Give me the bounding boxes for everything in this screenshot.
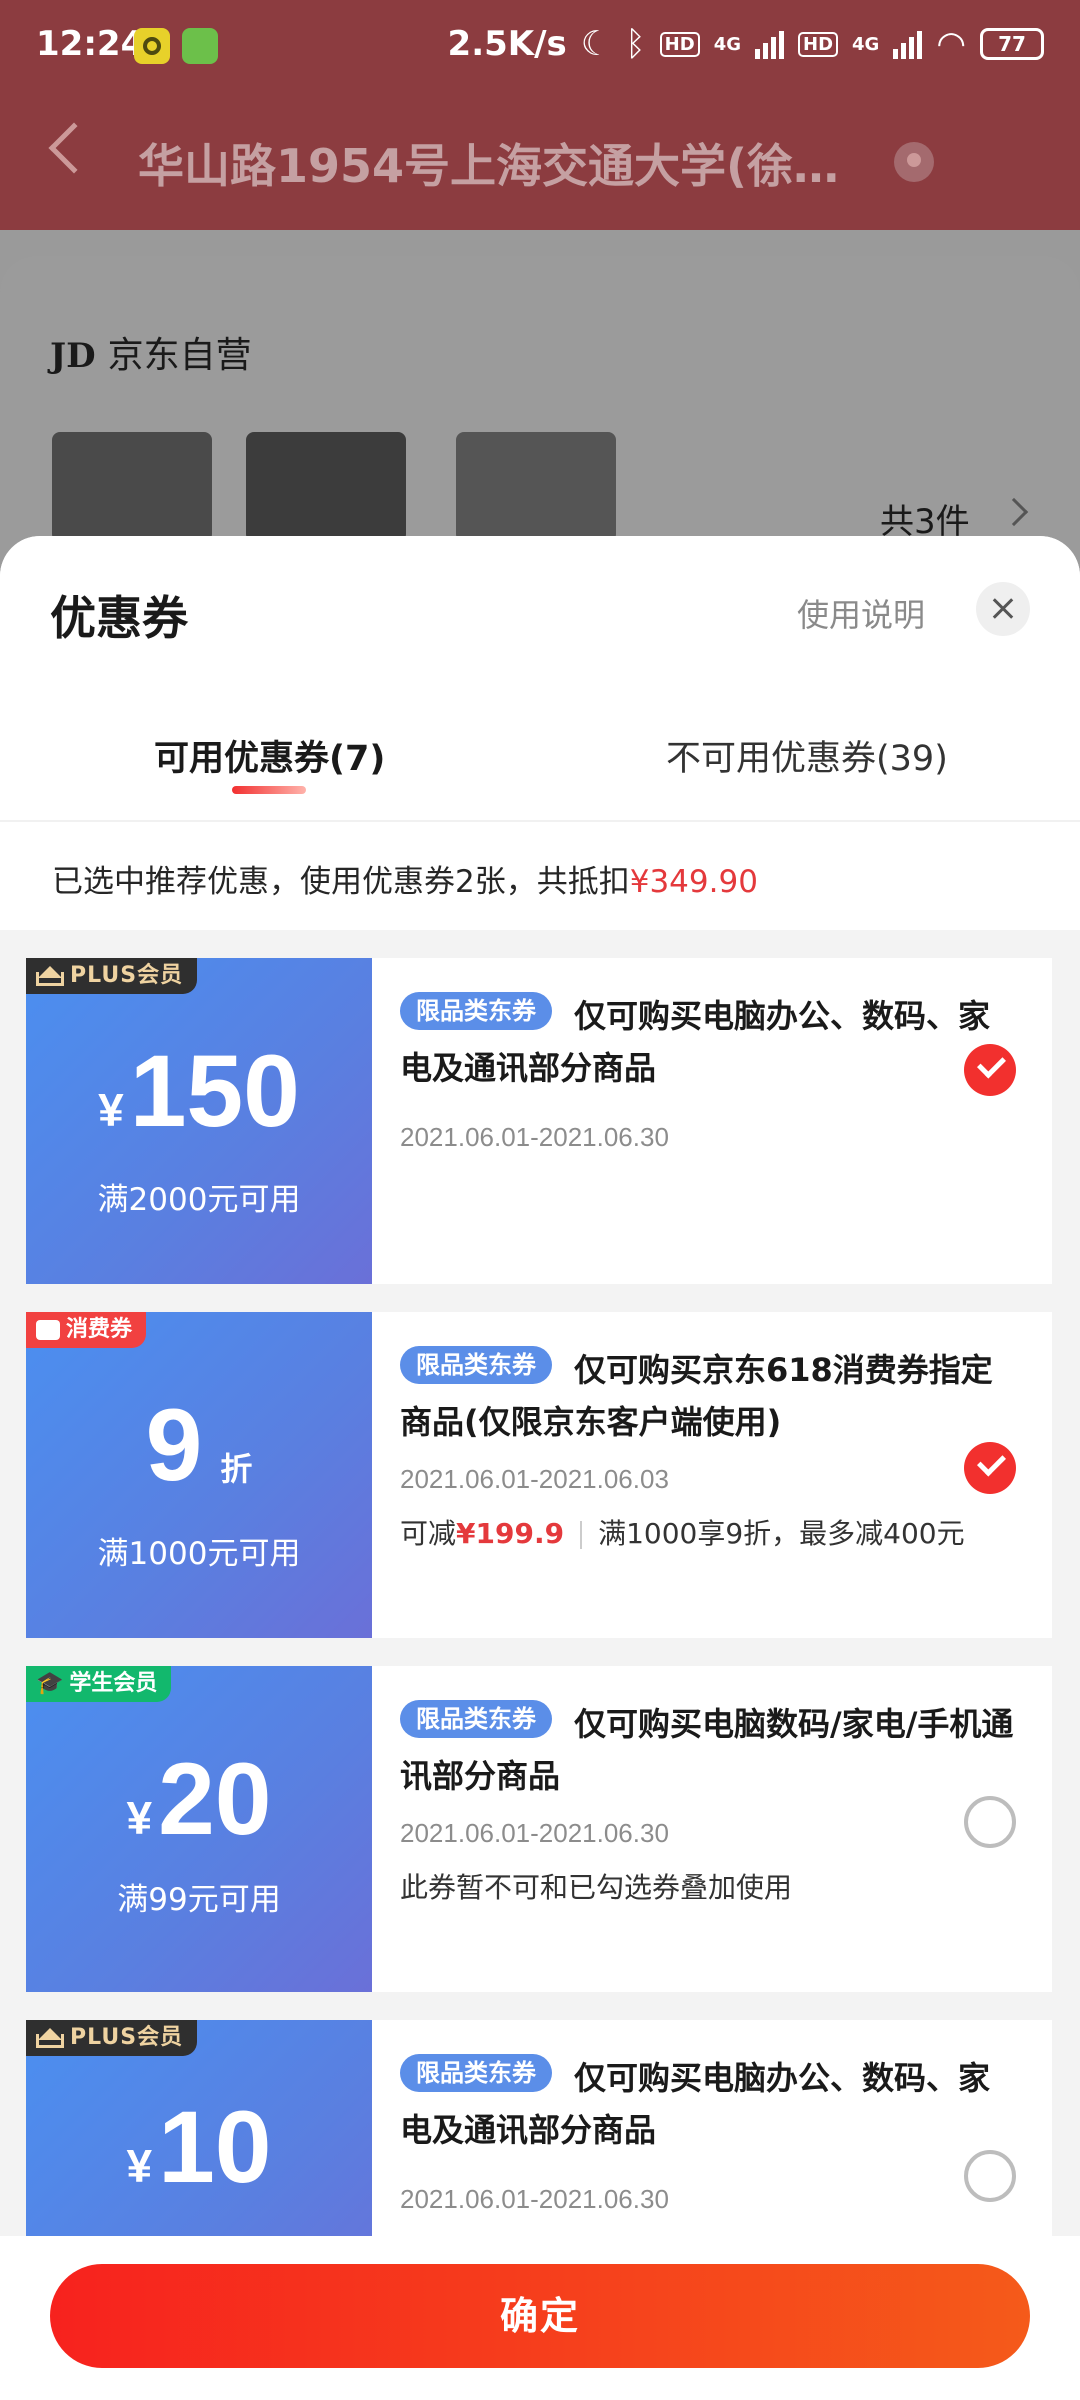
shop-name-label: 京东自营	[107, 335, 252, 376]
coupon-value: ¥10	[26, 2092, 372, 2221]
coupon-details: 限品类东券 仅可购买京东618消费券指定商品(仅限京东客户端使用) 2021.0…	[372, 1312, 1052, 1638]
coupon-details: 限品类东券 仅可购买电脑数码/家电/手机通讯部分商品 2021.06.01-20…	[372, 1666, 1052, 1992]
coupon-condition: 满2000元可用	[97, 1182, 301, 1218]
tab-available-coupons[interactable]: 可用优惠券(7)	[154, 730, 385, 781]
crown-icon	[36, 2028, 64, 2048]
active-tab-indicator	[232, 786, 306, 794]
summary-text: 已选中推荐优惠，使用优惠券2张，共抵扣	[52, 864, 630, 900]
coupon-card[interactable]: 🎓 学生会员 ¥20 满99元可用 限品类东券 仅可购买电脑数码/家电/手机通讯部…	[20, 1666, 1052, 1992]
currency-symbol: ¥	[98, 1084, 124, 1136]
bluetooth-icon: ᛒ	[625, 24, 646, 64]
jd-logo-icon: JD	[50, 336, 96, 376]
crown-icon	[36, 966, 64, 986]
coupon-card[interactable]: 消费券 9折 满1000元可用 限品类东券 仅可购买京东618消费券指定商品(仅…	[20, 1312, 1052, 1638]
status-indicators: 2.5K/s ☾ ᛒ HD 4G HD 4G ◠ 77	[448, 24, 1044, 64]
coupon-description: 仅可购买电脑办公、数码、家电及通讯部分商品	[400, 2059, 991, 2149]
summary-amount: ¥349.90	[629, 864, 758, 900]
coupon-value-panel: 消费券 9折 满1000元可用	[20, 1312, 372, 1638]
coupon-card[interactable]: PLUS会员 ¥150 满2000元可用 限品类东券 仅可购买电脑办公、数码、家…	[20, 958, 1052, 1284]
notification-android-icon	[182, 28, 218, 64]
sheet-title: 优惠券	[50, 591, 188, 645]
coupon-description: 仅可购买电脑办公、数码、家电及通讯部分商品	[400, 997, 991, 1087]
discount-unit: 折	[220, 1451, 253, 1487]
badge-label: PLUS会员	[70, 2025, 184, 2050]
note-amount: ¥199.9	[456, 1517, 565, 1550]
coupon-validity: 2021.06.01-2021.06.30	[400, 1818, 669, 1848]
divider	[580, 1521, 583, 1549]
network-speed: 2.5K/s	[447, 24, 567, 64]
coupon-value-panel: 🎓 学生会员 ¥20 满99元可用	[20, 1666, 372, 1992]
signal-bars-icon	[755, 29, 784, 59]
currency-symbol: ¥	[126, 2140, 153, 2192]
product-thumbnail-fan[interactable]	[52, 432, 212, 542]
coupon-validity: 2021.06.01-2021.06.30	[400, 1122, 669, 1152]
product-thumbnail-motherboard[interactable]	[246, 432, 406, 542]
selection-summary: 已选中推荐优惠，使用优惠券2张，共抵扣¥349.90	[0, 822, 1080, 930]
consumption-voucher-badge: 消费券	[26, 1312, 147, 1348]
plus-member-badge: PLUS会员	[26, 2020, 198, 2056]
badge-label: 学生会员	[69, 1671, 158, 1696]
note-rule: 满1000享9折，最多减400元	[598, 1517, 965, 1550]
moon-icon: ☾	[580, 24, 612, 64]
badge-label: PLUS会员	[70, 963, 184, 988]
battery-icon: 77	[980, 28, 1044, 60]
usage-instructions-link[interactable]: 使用说明	[797, 590, 925, 636]
coupon-value: ¥150	[26, 1036, 372, 1165]
coupon-description: 仅可购买京东618消费券指定商品(仅限京东客户端使用)	[400, 1351, 993, 1441]
coupon-amount: 150	[129, 1034, 300, 1148]
coupon-discount: 9	[145, 1388, 203, 1502]
note-prefix: 可减	[400, 1517, 457, 1550]
address-title: 华山路1954号上海交通大学(徐…	[138, 139, 840, 193]
ticket-icon	[36, 1320, 60, 1340]
status-bar: 12:24 2.5K/s ☾ ᛒ HD 4G HD 4G ◠ 77	[0, 0, 1080, 92]
shop-name: JD 京东自营	[50, 326, 252, 378]
coupon-validity: 2021.06.01-2021.06.30	[400, 2184, 669, 2214]
coupon-sheet: 优惠券 使用说明 可用优惠券(7) 不可用优惠券(39) 已选中推荐优惠，使用优…	[0, 536, 1080, 2400]
badge-label: 消费券	[66, 1317, 133, 1342]
confirm-button[interactable]: 确定	[50, 2264, 1030, 2368]
coupon-description: 仅可购买电脑数码/家电/手机通讯部分商品	[400, 1705, 1014, 1795]
hd-icon: HD	[659, 31, 700, 57]
coupon-conflict-note: 此券暂不可和已勾选券叠加使用	[400, 1871, 793, 1904]
close-icon[interactable]	[976, 582, 1030, 636]
graduation-cap-icon: 🎓	[36, 1671, 64, 1696]
coupon-checkbox-unchecked[interactable]	[964, 2150, 1016, 2202]
notification-app-icon	[134, 28, 170, 64]
tab-unavailable-coupons[interactable]: 不可用优惠券(39)	[666, 730, 948, 781]
signal-bars-icon	[893, 29, 923, 59]
currency-symbol: ¥	[126, 1792, 153, 1844]
product-thumbnail-cpu[interactable]	[456, 432, 616, 542]
coupon-value: 9折	[26, 1390, 372, 1524]
plus-member-badge: PLUS会员	[26, 958, 198, 994]
coupon-value: ¥20	[26, 1744, 372, 1873]
coupon-condition: 满99元可用	[117, 1882, 281, 1918]
student-member-badge: 🎓 学生会员	[26, 1666, 172, 1702]
coupon-amount: 10	[158, 2090, 272, 2204]
coupon-condition: 满1000元可用	[97, 1536, 301, 1572]
coupon-details: 限品类东券 仅可购买电脑办公、数码、家电及通讯部分商品 2021.06.01-2…	[372, 958, 1052, 1284]
coupon-amount: 20	[158, 1742, 272, 1856]
coupon-checkbox-checked[interactable]	[964, 1044, 1016, 1096]
sheet-footer: 确定	[0, 2236, 1080, 2400]
location-pin-icon[interactable]	[894, 142, 934, 182]
network-type-label: 4G	[852, 33, 880, 55]
coupon-savings-note: 可减¥199.9 满1000享9折，最多减400元	[400, 1512, 965, 1552]
network-type-label: 4G	[713, 33, 741, 55]
coupon-checkbox-unchecked[interactable]	[964, 1796, 1016, 1848]
status-time: 12:24	[36, 24, 145, 64]
sheet-header: 优惠券 使用说明 可用优惠券(7) 不可用优惠券(39)	[0, 536, 1080, 822]
coupon-validity: 2021.06.01-2021.06.03	[400, 1464, 669, 1494]
wifi-icon: ◠	[936, 24, 966, 64]
hd-icon: HD	[798, 31, 839, 57]
coupon-value-panel: PLUS会员 ¥150 满2000元可用	[20, 958, 372, 1284]
coupon-checkbox-checked[interactable]	[964, 1442, 1016, 1494]
